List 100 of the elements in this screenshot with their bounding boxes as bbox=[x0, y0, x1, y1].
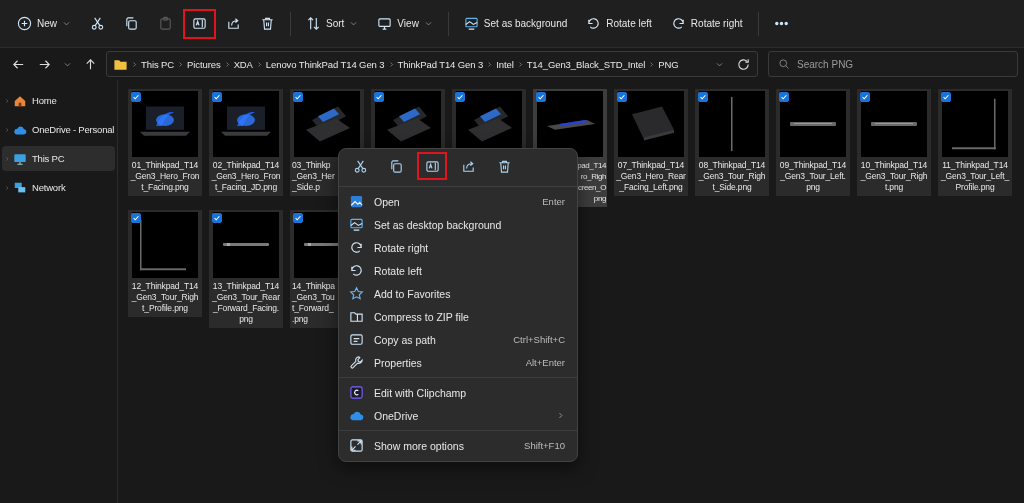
chevron-down-icon bbox=[423, 19, 433, 28]
file-name: 02_Thinkpad_T14 _Gen3_Hero_Fron t_Facing_JD.png bbox=[210, 160, 282, 193]
rotate-right-icon bbox=[349, 240, 364, 255]
checkbox[interactable] bbox=[860, 92, 870, 102]
search-icon bbox=[778, 58, 790, 70]
file-tile[interactable]: 11_Thinkpad_T14 _Gen3_Tour_Left_ Profile.png bbox=[938, 89, 1012, 196]
menu-item[interactable]: Show more options Shift+F10 bbox=[339, 434, 577, 457]
breadcrumb-item[interactable]: T14_Gen3_Black_STD_Intel bbox=[526, 58, 646, 70]
rotate-left-icon bbox=[349, 263, 364, 278]
breadcrumb-item[interactable]: Intel bbox=[496, 58, 514, 70]
sidebar-item[interactable]: Home bbox=[2, 88, 115, 113]
checkbox[interactable] bbox=[131, 213, 141, 223]
checkbox[interactable] bbox=[131, 92, 141, 102]
wrench-icon bbox=[349, 355, 364, 370]
file-name: 14_Thinkpa _Gen3_Tou t_Forward_ .png bbox=[292, 281, 335, 325]
file-tile[interactable]: 09_Thinkpad_T14 _Gen3_Tour_Left. png bbox=[776, 89, 850, 196]
breadcrumb-item[interactable]: Pictures bbox=[187, 58, 221, 70]
chevron-right-icon bbox=[4, 155, 10, 162]
checkbox[interactable] bbox=[617, 92, 627, 102]
image-icon bbox=[349, 194, 364, 209]
checkbox[interactable] bbox=[779, 92, 789, 102]
rename-button[interactable] bbox=[183, 8, 216, 39]
checkbox[interactable] bbox=[455, 92, 465, 102]
refresh-icon bbox=[735, 56, 751, 72]
rotate-right-icon bbox=[670, 16, 686, 31]
copy-icon bbox=[388, 158, 404, 174]
zip-folder-icon bbox=[349, 309, 364, 324]
sidebar-item[interactable]: Network bbox=[2, 175, 115, 200]
rename-icon bbox=[424, 158, 440, 174]
checkbox[interactable] bbox=[941, 92, 951, 102]
file-tile[interactable]: 10_Thinkpad_T14 _Gen3_Tour_Righ t.png bbox=[857, 89, 931, 196]
breadcrumb-item[interactable]: This PC bbox=[141, 58, 175, 70]
monitor-icon bbox=[13, 151, 27, 166]
sidebar-item[interactable]: OneDrive - Personal bbox=[2, 117, 115, 142]
file-name: 01_Thinkpad_T14 _Gen3_Hero_Fron t_Facing.png bbox=[129, 160, 201, 193]
rotate-left-icon bbox=[586, 16, 602, 31]
menu-item[interactable]: OneDrive bbox=[339, 404, 577, 427]
chevron-right-icon bbox=[4, 97, 10, 104]
chevron-right-icon bbox=[4, 126, 10, 133]
menu-item[interactable]: Properties Alt+Enter bbox=[339, 351, 577, 374]
file-tile[interactable]: 07_Thinkpad_T14 _Gen3_Hero_Rear _Facing_Left.png bbox=[614, 89, 688, 196]
rotate-left-button[interactable]: Rotate left bbox=[577, 8, 661, 39]
chevron-right-icon bbox=[131, 60, 138, 68]
monitor-icon bbox=[377, 16, 393, 31]
expand-icon bbox=[349, 438, 364, 453]
star-icon bbox=[349, 286, 364, 301]
file-tile[interactable]: 13_Thinkpad_T14 _Gen3_Tour_Rear _Forward_Facing. png bbox=[209, 210, 283, 328]
file-tile[interactable]: 12_Thinkpad_T14 _Gen3_Tour_Righ t_Profile.png bbox=[128, 210, 202, 317]
copy-icon bbox=[124, 16, 139, 31]
c-logo-icon bbox=[349, 385, 364, 400]
checkbox[interactable] bbox=[293, 213, 303, 223]
chevron-down-icon bbox=[349, 19, 359, 28]
breadcrumb-item[interactable]: Lenovo ThinkPad T14 Gen 3 bbox=[265, 58, 385, 70]
view-button[interactable]: View bbox=[368, 8, 442, 39]
breadcrumb-item[interactable]: PNG bbox=[658, 58, 679, 70]
share-icon bbox=[226, 16, 241, 31]
file-tile[interactable]: 01_Thinkpad_T14 _Gen3_Hero_Fron t_Facing.png bbox=[128, 89, 202, 196]
checkbox[interactable] bbox=[212, 213, 222, 223]
file-name: 10_Thinkpad_T14 _Gen3_Tour_Righ t.png bbox=[859, 160, 929, 193]
file-name: 13_Thinkpad_T14 _Gen3_Tour_Rear _Forward_Facing. png bbox=[211, 281, 281, 325]
file-name: pad_T14 ro_Righ creen_O png bbox=[577, 160, 606, 204]
checkbox[interactable] bbox=[536, 92, 546, 102]
rename-icon bbox=[192, 16, 207, 31]
menu-item[interactable]: Edit with Clipchamp bbox=[339, 381, 577, 404]
checkbox[interactable] bbox=[293, 92, 303, 102]
set-background-button[interactable]: Set as background bbox=[454, 8, 577, 39]
checkbox[interactable] bbox=[212, 92, 222, 102]
paste-icon bbox=[158, 16, 173, 31]
wallpaper-icon bbox=[463, 16, 479, 31]
chevron-right-icon bbox=[556, 411, 565, 420]
menu-item[interactable]: Copy as path Ctrl+Shift+C bbox=[339, 328, 577, 351]
breadcrumb-item[interactable]: ThinkPad T14 Gen 3 bbox=[397, 58, 484, 70]
sort-button[interactable]: Sort bbox=[297, 8, 368, 39]
file-name: 08_Thinkpad_T14 _Gen3_Tour_Righ t_Side.png bbox=[697, 160, 767, 193]
new-button[interactable]: New bbox=[8, 8, 80, 39]
file-tile[interactable]: 02_Thinkpad_T14 _Gen3_Hero_Fron t_Facing_JD.png bbox=[209, 89, 283, 196]
file-name: 11_Thinkpad_T14 _Gen3_Tour_Left_ Profile.png bbox=[940, 160, 1011, 193]
file-name: 07_Thinkpad_T14 _Gen3_Hero_Rear _Facing_Left.png bbox=[615, 160, 687, 193]
sort-icon bbox=[306, 16, 321, 31]
file-tile[interactable]: 08_Thinkpad_T14 _Gen3_Tour_Righ t_Side.png bbox=[695, 89, 769, 196]
delete-icon bbox=[260, 16, 275, 31]
file-name: 03_Thinkp _Gen3_Her _Side.p bbox=[292, 160, 335, 193]
sidebar-item[interactable]: This PC bbox=[2, 146, 115, 171]
path-icon bbox=[349, 332, 364, 347]
file-name: 09_Thinkpad_T14 _Gen3_Tour_Left. png bbox=[778, 160, 848, 193]
rotate-right-button[interactable]: Rotate right bbox=[661, 8, 752, 39]
chevron-right-icon bbox=[648, 60, 656, 68]
address-bar[interactable]: This PC Pictures XDA Lenovo ThinkPad T14 Gen 3 ThinkPad T14 Gen 3 Intel T14_Gen3_Black_STD_Intel PNG bbox=[106, 51, 758, 77]
rename-button[interactable] bbox=[417, 152, 447, 180]
file-name: 12_Thinkpad_T14 _Gen3_Tour_Righ t_Profile.png bbox=[130, 281, 200, 314]
checkbox[interactable] bbox=[374, 92, 384, 102]
search-field[interactable]: Search PNG bbox=[768, 51, 1018, 77]
chevron-right-icon bbox=[4, 184, 10, 191]
wallpaper-icon bbox=[349, 217, 364, 232]
scissors-icon bbox=[90, 16, 105, 31]
checkbox[interactable] bbox=[698, 92, 708, 102]
plus-icon bbox=[17, 16, 32, 31]
scissors-icon bbox=[352, 158, 368, 174]
chevron-down-icon bbox=[62, 19, 71, 28]
breadcrumb-item[interactable]: XDA bbox=[233, 58, 253, 70]
